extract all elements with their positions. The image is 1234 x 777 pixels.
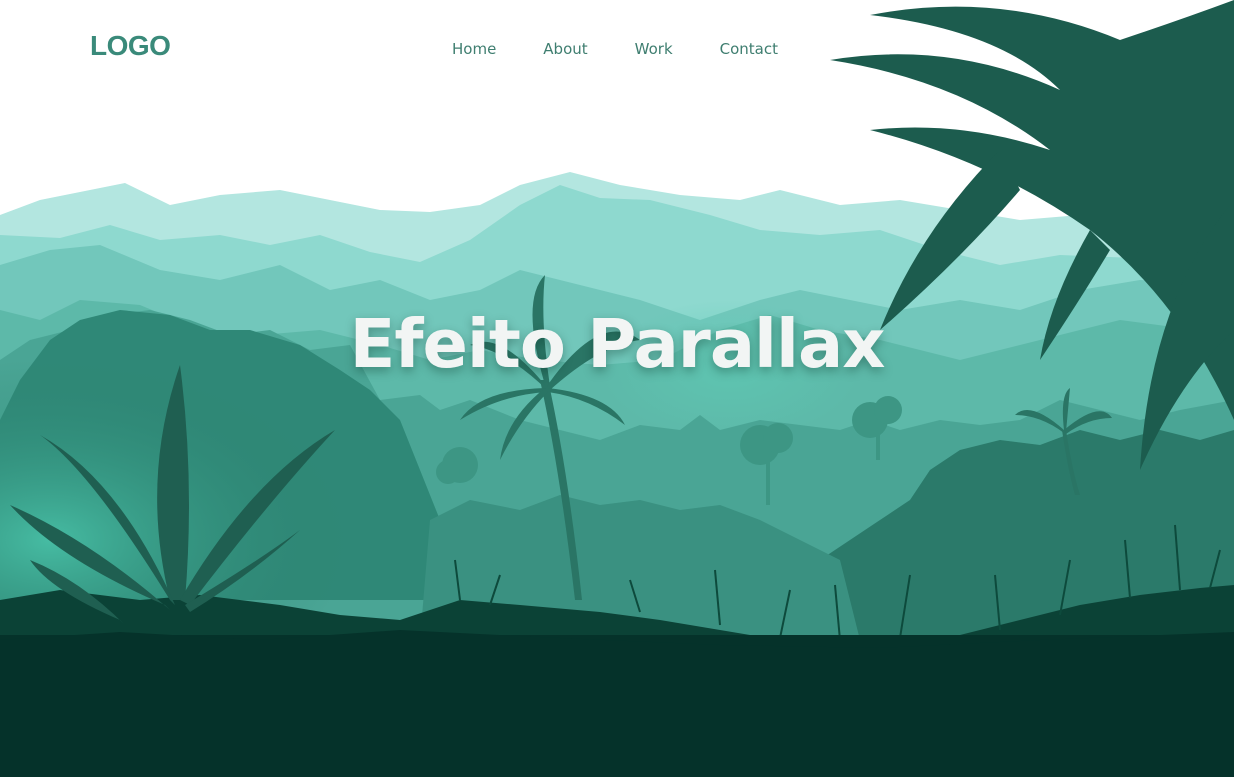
site-header: LOGO Home About Work Contact — [0, 0, 1234, 100]
nav-home[interactable]: Home — [452, 40, 496, 58]
nav-contact[interactable]: Contact — [720, 40, 778, 58]
logo[interactable]: LOGO — [90, 30, 171, 62]
main-nav: Home About Work Contact — [452, 40, 778, 58]
nav-about[interactable]: About — [543, 40, 587, 58]
hero-title: Efeito Parallax — [349, 305, 886, 383]
nav-work[interactable]: Work — [635, 40, 673, 58]
parallax-landscape — [0, 0, 1234, 777]
